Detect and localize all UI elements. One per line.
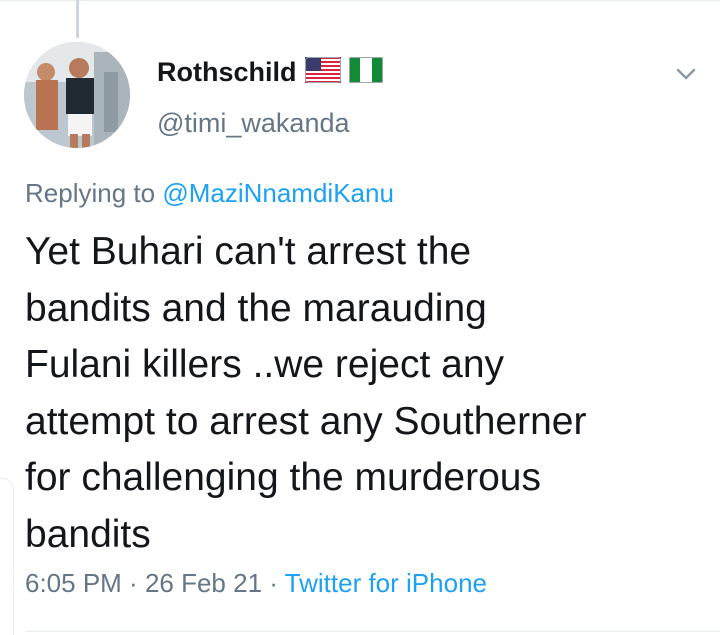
avatar[interactable] (24, 42, 130, 148)
replying-to-line: Replying to @MaziNnamdiKanu (25, 178, 394, 209)
tweet-date[interactable]: 26 Feb 21 (145, 568, 262, 598)
tweet-metadata: 6:05 PM · 26 Feb 21 · Twitter for iPhone (25, 568, 487, 599)
avatar-image (24, 42, 130, 148)
reply-mention-link[interactable]: @MaziNnamdiKanu (162, 178, 394, 208)
nigeria-flag-icon (348, 57, 383, 88)
us-flag-icon (304, 57, 341, 88)
chevron-down-icon[interactable] (672, 60, 700, 88)
tweet-text-line: for challenging the murderous (25, 456, 541, 499)
user-name-row[interactable]: Rothschild (157, 57, 383, 88)
tweet-text-line: Fulani killers ..we reject any (25, 343, 505, 386)
replying-prefix: Replying to (25, 178, 156, 208)
tweet-time[interactable]: 6:05 PM (25, 568, 122, 598)
meta-separator: · (262, 568, 285, 598)
user-handle[interactable]: @timi_wakanda (157, 108, 350, 139)
thread-connector-line (76, 0, 79, 38)
bottom-divider (25, 631, 720, 632)
top-divider (0, 0, 720, 1)
tweet-text-line: attempt to arrest any Southerner (25, 399, 587, 443)
tweet-text-line: Yet Buhari can't arrest the (25, 230, 472, 273)
meta-separator: · (121, 568, 145, 598)
display-name[interactable]: Rothschild (157, 57, 297, 88)
left-edge-card (0, 478, 14, 635)
tweet-text: Yet Buhari can't arrest the bandits and … (25, 224, 705, 563)
tweet-text-line: bandits (25, 512, 151, 556)
tweet-text-line: bandits and the marauding (25, 286, 487, 330)
tweet-source-link[interactable]: Twitter for iPhone (285, 568, 487, 598)
